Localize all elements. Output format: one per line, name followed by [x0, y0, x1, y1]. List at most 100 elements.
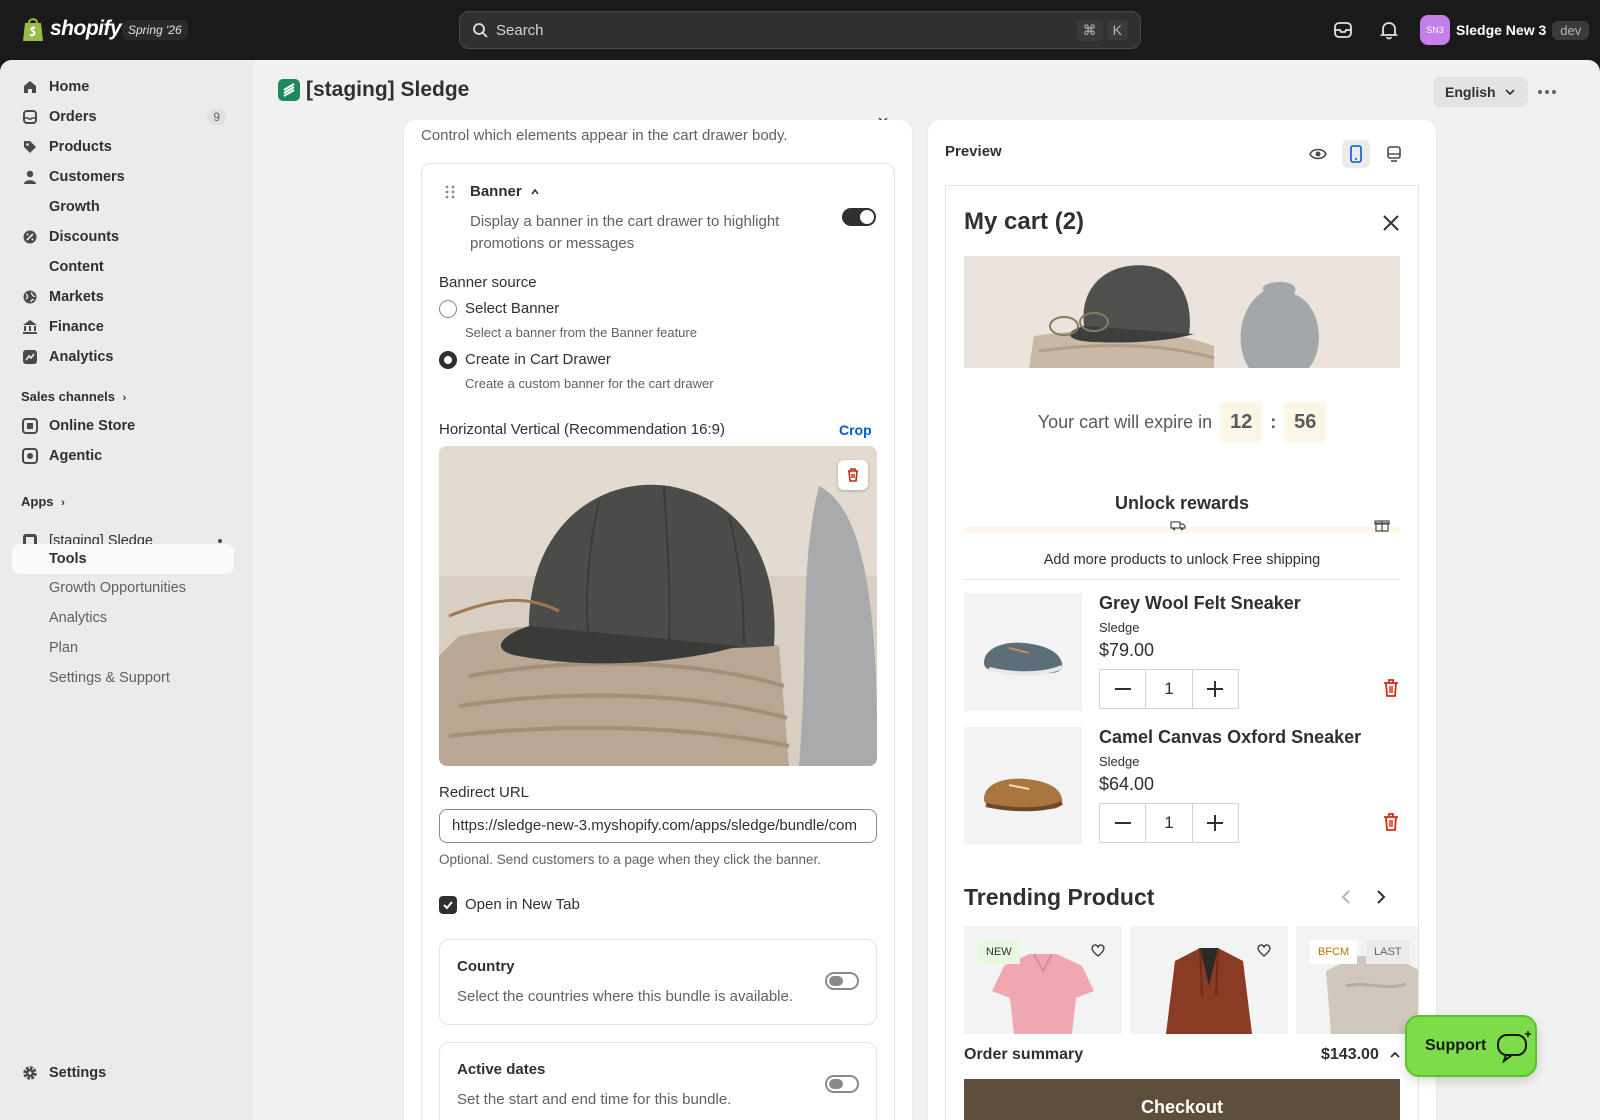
- product-thumbnail[interactable]: [964, 593, 1082, 711]
- preview-title: Preview: [945, 143, 1002, 160]
- decrease-button[interactable]: [1100, 804, 1145, 842]
- more-actions-button[interactable]: [1535, 81, 1559, 103]
- banner-enabled-toggle[interactable]: [842, 208, 876, 226]
- home-icon: [21, 78, 39, 96]
- trash-icon[interactable]: [1382, 812, 1400, 832]
- trending-product-card[interactable]: NEW: [964, 926, 1122, 1034]
- inbox-icon[interactable]: [1331, 18, 1355, 42]
- open-new-tab-checkbox[interactable]: [439, 896, 457, 914]
- sidebar-subitem-tools[interactable]: Tools: [12, 544, 234, 574]
- sidebar-subitem-settings-support[interactable]: Settings & Support: [12, 663, 234, 693]
- redirect-url-label: Redirect URL: [439, 784, 530, 801]
- banner-section-toggle[interactable]: Banner: [470, 183, 540, 200]
- sidebar-item-content[interactable]: Content: [12, 253, 234, 281]
- product-name[interactable]: Camel Canvas Oxford Sneaker: [1099, 727, 1361, 748]
- sidebar-item-markets[interactable]: Markets: [12, 283, 234, 311]
- increase-button[interactable]: [1193, 670, 1238, 708]
- order-summary-label[interactable]: Order summary: [964, 1046, 1083, 1064]
- trending-product-card[interactable]: [1130, 926, 1288, 1034]
- decrease-button[interactable]: [1100, 670, 1145, 708]
- support-button[interactable]: Support: [1405, 1015, 1537, 1077]
- create-in-drawer-label[interactable]: Create in Cart Drawer: [465, 351, 611, 368]
- country-title: Country: [457, 958, 515, 975]
- sidebar-item-settings[interactable]: Settings: [12, 1059, 234, 1087]
- sidebar-item-analytics[interactable]: Analytics: [12, 343, 234, 371]
- shopify-logo[interactable]: shopify: [22, 16, 122, 42]
- apps-label: Apps: [21, 494, 54, 509]
- divider: [964, 579, 1400, 580]
- banner-title: Banner: [470, 183, 522, 200]
- bell-icon[interactable]: [1377, 18, 1401, 42]
- language-selector[interactable]: English: [1433, 77, 1528, 107]
- open-new-tab-label[interactable]: Open in New Tab: [465, 896, 580, 913]
- cart-banner-image[interactable]: [964, 256, 1400, 368]
- product-price: $64.00: [1099, 774, 1155, 794]
- new-badge: NEW: [978, 940, 1020, 964]
- quantity-value[interactable]: 1: [1145, 670, 1193, 708]
- quantity-value[interactable]: 1: [1145, 804, 1193, 842]
- apps-header[interactable]: Apps ›: [21, 494, 65, 509]
- sidebar-subitem-plan[interactable]: Plan: [12, 633, 234, 663]
- search-bar[interactable]: Search ⌘ K: [459, 11, 1141, 49]
- sidebar: Home Orders 9 Products Customers Growth …: [0, 60, 254, 1120]
- eye-icon[interactable]: [1304, 140, 1332, 168]
- desktop-view-icon[interactable]: [1380, 140, 1408, 168]
- sidebar-item-products[interactable]: Products: [12, 133, 234, 161]
- banner-settings: Banner Display a banner in the cart draw…: [421, 163, 895, 1120]
- order-total[interactable]: $143.00: [1321, 1046, 1401, 1064]
- last-badge: LAST: [1366, 940, 1410, 964]
- sidebar-item-home[interactable]: Home: [12, 73, 234, 101]
- product-thumbnail[interactable]: [964, 727, 1082, 845]
- drag-handle-icon[interactable]: [445, 185, 455, 199]
- heart-icon[interactable]: [1256, 942, 1272, 958]
- editor-description: Control which elements appear in the car…: [421, 127, 788, 144]
- sidebar-item-finance[interactable]: Finance: [12, 313, 234, 341]
- mobile-view-icon[interactable]: [1342, 140, 1370, 168]
- close-icon[interactable]: [1382, 214, 1400, 232]
- sidebar-item-discounts[interactable]: Discounts: [12, 223, 234, 251]
- redirect-url-input[interactable]: https://sledge-new-3.myshopify.com/apps/…: [439, 809, 877, 843]
- sidebar-item-label: Discounts: [49, 229, 120, 245]
- product-name[interactable]: Grey Wool Felt Sneaker: [1099, 593, 1301, 614]
- sidebar-item-orders[interactable]: Orders 9: [12, 103, 234, 131]
- tag-icon: [21, 138, 39, 156]
- sidebar-item-growth[interactable]: Growth: [12, 193, 234, 221]
- globe-icon: [21, 288, 39, 306]
- sidebar-item-label: Agentic: [49, 448, 103, 464]
- chat-bubble-icon: [1497, 1031, 1532, 1063]
- sales-channels-header[interactable]: Sales channels ›: [21, 389, 126, 404]
- chevron-left-icon[interactable]: [1338, 888, 1356, 906]
- account-menu[interactable]: SN3 Sledge New 3 dev: [1420, 15, 1590, 45]
- create-in-drawer-radio[interactable]: [439, 351, 457, 369]
- checkout-button[interactable]: Checkout: [964, 1079, 1400, 1120]
- sidebar-item-label: Finance: [49, 319, 104, 335]
- select-banner-label[interactable]: Select Banner: [465, 300, 559, 317]
- banner-photo: [964, 256, 1400, 368]
- search-icon: [473, 23, 488, 38]
- select-banner-radio[interactable]: [439, 300, 457, 318]
- trash-icon[interactable]: [1382, 678, 1400, 698]
- chart-icon: [21, 348, 39, 366]
- env-badge: dev: [1552, 20, 1590, 40]
- increase-button[interactable]: [1193, 804, 1238, 842]
- sidebar-item-online-store[interactable]: Online Store: [12, 412, 234, 440]
- chevron-right-icon[interactable]: [1372, 888, 1390, 906]
- crop-button[interactable]: Crop: [839, 422, 872, 438]
- bank-icon: [21, 318, 39, 336]
- sidebar-item-label: Online Store: [49, 418, 136, 434]
- country-toggle[interactable]: [825, 972, 859, 990]
- sidebar-item-customers[interactable]: Customers: [12, 163, 234, 191]
- sledge-logo-icon: [278, 79, 300, 101]
- sidebar-subitem-growth-opportunities[interactable]: Growth Opportunities: [12, 573, 234, 603]
- shortcut-cmd: ⌘: [1076, 19, 1103, 41]
- heart-icon[interactable]: [1090, 942, 1106, 958]
- chevron-right-icon: ›: [122, 392, 127, 404]
- trending-product-card[interactable]: BFCM LAST: [1296, 926, 1418, 1034]
- sidebar-item-agentic[interactable]: Agentic: [12, 442, 234, 470]
- sidebar-subitem-analytics[interactable]: Analytics: [12, 603, 234, 633]
- product-price: $79.00: [1099, 640, 1155, 660]
- active-dates-title: Active dates: [457, 1061, 546, 1078]
- active-dates-toggle[interactable]: [825, 1075, 859, 1093]
- delete-image-button[interactable]: [838, 460, 868, 490]
- timer-minutes: 12: [1220, 402, 1263, 442]
